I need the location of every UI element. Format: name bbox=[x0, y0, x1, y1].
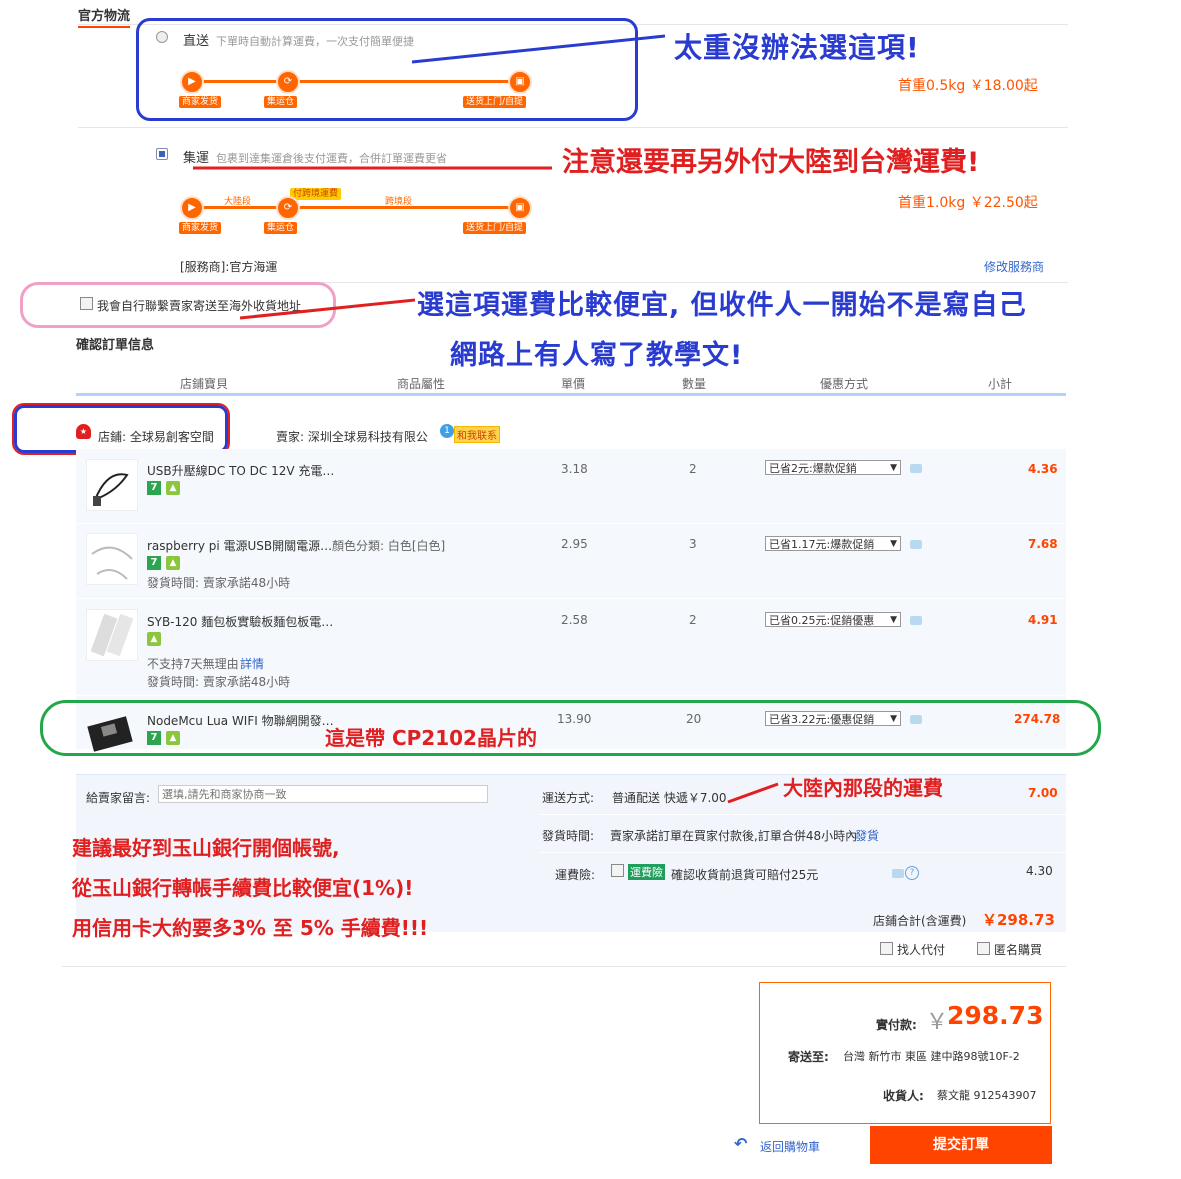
annotation-advice: 用信用卡大約要多3% 至 5% 手續費!!! bbox=[72, 916, 429, 940]
annotation-line bbox=[727, 782, 779, 804]
annotation-too-heavy: 太重沒辦法選這項! bbox=[674, 31, 920, 64]
annotation-line bbox=[411, 34, 666, 64]
annotation-cp2102: 這是帶 CP2102晶片的 bbox=[325, 726, 537, 750]
annotation-advice: 建議最好到玉山銀行開個帳號, bbox=[72, 836, 340, 860]
annotation-line bbox=[239, 298, 416, 320]
annotation-tutorial: 網路上有人寫了教學文! bbox=[450, 340, 744, 371]
annotation-mainland-fee: 大陸內那段的運費 bbox=[783, 776, 943, 800]
annotation-cheaper: 選這項運費比較便宜, 但收件人一開始不是寫自己 bbox=[417, 290, 1027, 321]
annotation-advice: 從玉山銀行轉帳手續費比較便宜(1%)! bbox=[72, 876, 414, 900]
annotation-extra-fee: 注意還要再另外付大陸到台灣運費! bbox=[562, 147, 980, 178]
